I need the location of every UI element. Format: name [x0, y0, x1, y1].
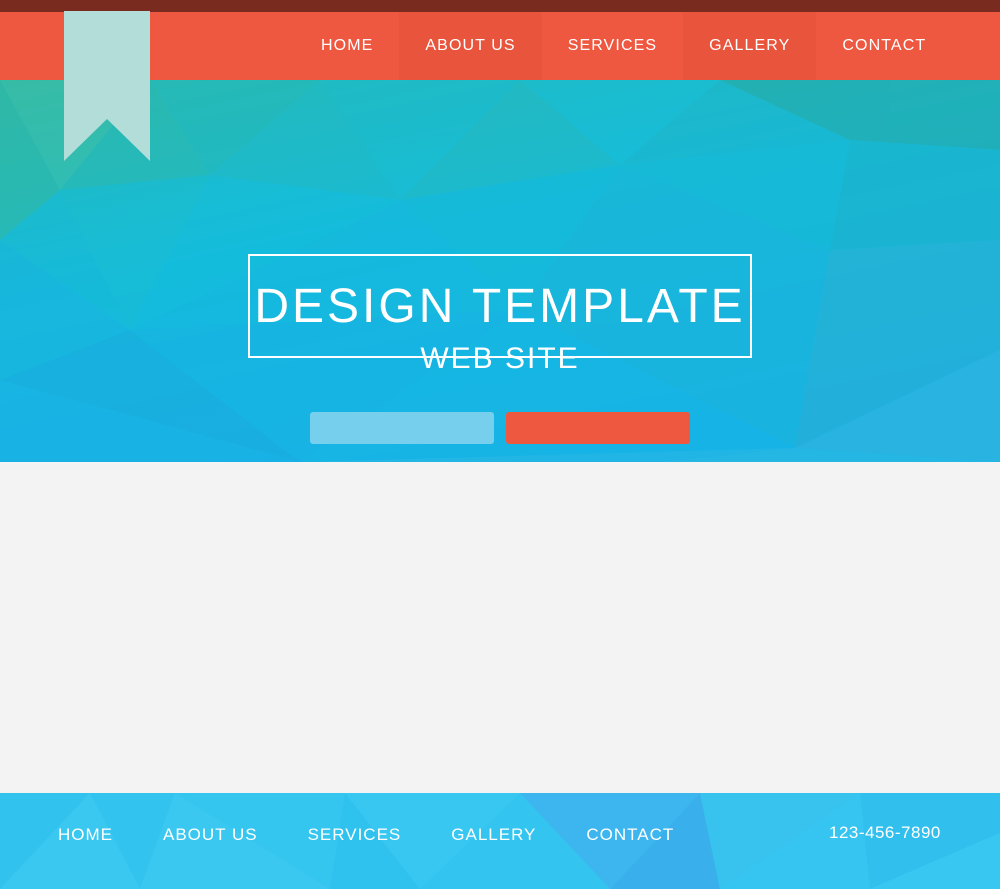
hero-secondary-button[interactable] — [310, 412, 494, 444]
footer-navigation: HOME ABOUT US SERVICES GALLERY CONTACT — [58, 825, 724, 845]
footer-link-services[interactable]: SERVICES — [308, 825, 402, 845]
nav-item-services[interactable]: SERVICES — [542, 12, 683, 80]
hero-subtitle: WEB SITE — [400, 336, 601, 384]
nav-item-contact[interactable]: CONTACT — [816, 12, 952, 80]
nav-item-gallery[interactable]: GALLERY — [683, 12, 817, 80]
hero-banner: DESIGN TEMPLATE WEB SITE — [0, 80, 1000, 462]
site-footer: HOME ABOUT US SERVICES GALLERY CONTACT 1… — [0, 793, 1000, 889]
team-section: LOREM IPSUM DOLOR SIT CALL ME LOREM IPSU… — [0, 462, 1000, 793]
page-root: HOME ABOUT US SERVICES GALLERY CONTACT 1… — [0, 0, 1000, 889]
hero-subtitle-wrap: WEB SITE — [248, 336, 752, 384]
footer-link-about-us[interactable]: ABOUT US — [163, 825, 258, 845]
nav-phone-number[interactable]: 123-456-7890 — [986, 12, 1000, 80]
nav-item-about-us[interactable]: ABOUT US — [399, 12, 542, 80]
nav-item-home[interactable]: HOME — [295, 12, 399, 80]
main-navigation: HOME ABOUT US SERVICES GALLERY CONTACT 1… — [0, 12, 1000, 80]
footer-phone-number[interactable]: 123-456-7890 — [829, 823, 941, 843]
hero-primary-button[interactable] — [506, 412, 690, 444]
hero-title: DESIGN TEMPLATE — [254, 279, 746, 333]
footer-link-home[interactable]: HOME — [58, 825, 113, 845]
top-accent-bar — [0, 0, 1000, 12]
footer-link-gallery[interactable]: GALLERY — [451, 825, 536, 845]
footer-link-contact[interactable]: CONTACT — [586, 825, 674, 845]
hero-button-group — [310, 412, 690, 444]
